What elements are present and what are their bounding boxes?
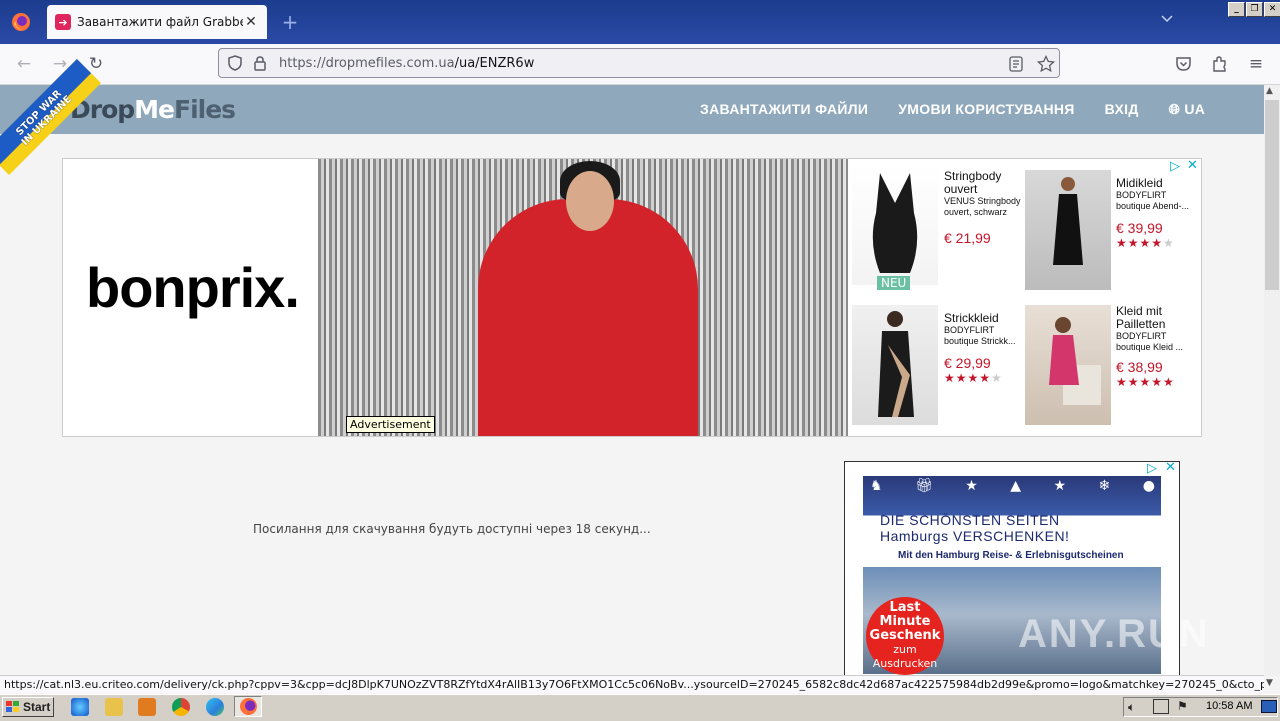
- product-image[interactable]: [1025, 170, 1111, 290]
- extensions-puzzle-icon[interactable]: [1211, 55, 1229, 73]
- nav-upload-files[interactable]: ЗАВАНТАЖИТИ ФАЙЛИ: [700, 101, 868, 118]
- tree-icon: ▲: [1010, 478, 1022, 494]
- app-menu-hamburger-icon[interactable]: ≡: [1244, 52, 1268, 76]
- ad-close-icon[interactable]: ✕: [1165, 460, 1176, 475]
- star-icon: ★: [965, 478, 978, 494]
- ad-subline: Mit den Hamburg Reise- & Erlebnisgutsche…: [898, 550, 1124, 561]
- pocket-icon[interactable]: [1175, 56, 1192, 72]
- bonprix-logo[interactable]: bonprix.: [86, 255, 300, 320]
- download-countdown-text: Посилання для скачування будуть доступні…: [253, 522, 651, 536]
- firefox-icon: [12, 13, 30, 31]
- gift-icon: 🎁︎: [915, 478, 933, 494]
- anyrun-watermark: ANY.RUN: [1018, 612, 1210, 656]
- advertisement-tooltip: Advertisement: [346, 416, 435, 433]
- product-card[interactable]: Stringbody ouvert VENUS Stringbody ouver…: [944, 170, 1022, 247]
- main-nav: ЗАВАНТАЖИТИ ФАЙЛИ УМОВИ КОРИСТУВАННЯ ВХІ…: [700, 101, 1205, 118]
- star-icon: ★: [1053, 478, 1067, 494]
- tab-close-icon[interactable]: ✕: [243, 14, 259, 30]
- christmas-ornaments: ♞ 🎁︎ ★ ▲ ★ ❄ ●: [870, 478, 1155, 494]
- site-logo[interactable]: DropMeFiles: [70, 95, 236, 124]
- nav-terms-of-use[interactable]: УМОВИ КОРИСТУВАННЯ: [898, 101, 1074, 118]
- tab-title: Завантажити файл Grabber.rar: [77, 15, 243, 29]
- bookmark-star-icon[interactable]: [1037, 55, 1055, 73]
- windows-taskbar: [0, 694, 1280, 721]
- taskbar-clock: 10:58 AM: [1206, 700, 1253, 712]
- product-card[interactable]: Strickkleid BODYFLIRT boutique Strickk..…: [944, 312, 1022, 386]
- internet-explorer-icon[interactable]: [71, 698, 89, 716]
- rating-stars: ★★★★★: [944, 371, 1003, 385]
- adchoices-icon[interactable]: ▷: [1170, 159, 1180, 174]
- file-explorer-icon[interactable]: [105, 698, 123, 716]
- show-desktop-icon[interactable]: [1261, 700, 1277, 713]
- flag-icon[interactable]: ⚑: [1177, 699, 1188, 713]
- product-image[interactable]: [852, 305, 938, 425]
- volume-icon[interactable]: 🔈︎: [1128, 700, 1135, 715]
- close-window-button[interactable]: ✕: [1264, 2, 1280, 17]
- lock-icon[interactable]: [252, 55, 268, 71]
- firefox-taskbar-button[interactable]: [234, 696, 262, 717]
- globe-icon: 🌐︎: [1168, 101, 1181, 117]
- minimize-button[interactable]: _: [1228, 2, 1245, 17]
- nav-language[interactable]: 🌐︎ UA: [1169, 101, 1206, 118]
- url-text: https://dropmefiles.com.ua/ua/ENZR6w: [279, 56, 535, 71]
- rating-stars: ★★★★★: [1116, 236, 1175, 250]
- start-button[interactable]: Start: [2, 697, 54, 717]
- firefox-menu-button[interactable]: [0, 0, 42, 44]
- link-status-bar: https://cat.nl3.eu.criteo.com/delivery/c…: [0, 675, 1264, 693]
- scroll-up-arrow-icon[interactable]: ▲: [1266, 86, 1273, 96]
- scrollbar-thumb[interactable]: [1265, 100, 1279, 290]
- active-tab[interactable]: ➔ Завантажити файл Grabber.rar ✕: [47, 5, 267, 39]
- firefox-icon: [240, 698, 257, 715]
- chrome-icon[interactable]: [172, 698, 190, 716]
- dropmefiles-favicon-icon: ➔: [55, 14, 71, 30]
- restore-button[interactable]: ❐: [1246, 2, 1263, 17]
- edge-icon[interactable]: [206, 698, 224, 716]
- adchoices-icon[interactable]: ▷: [1147, 461, 1157, 476]
- reader-view-icon[interactable]: [1009, 56, 1023, 72]
- rating-stars: ★★★★★: [1116, 375, 1175, 389]
- nav-login[interactable]: ВХІД: [1105, 101, 1139, 118]
- address-bar[interactable]: https://dropmefiles.com.ua/ua/ENZR6w: [218, 48, 1060, 78]
- product-card[interactable]: Kleid mit Pailletten BODYFLIRT boutique …: [1116, 305, 1196, 390]
- new-badge: NEU: [877, 276, 911, 290]
- back-arrow-icon[interactable]: ←: [12, 52, 36, 76]
- snowflake-icon: ❄: [1098, 478, 1111, 494]
- ad-model-photo[interactable]: [318, 159, 848, 436]
- ad-close-icon[interactable]: ✕: [1187, 158, 1198, 173]
- product-card[interactable]: Midikleid BODYFLIRT boutique Abend-... €…: [1116, 177, 1196, 251]
- windows-logo-icon: [6, 701, 19, 712]
- shield-icon[interactable]: [227, 55, 243, 71]
- system-tray: [1123, 697, 1278, 717]
- ornament-icon: ●: [1142, 478, 1155, 494]
- network-icon[interactable]: [1153, 699, 1169, 714]
- product-image[interactable]: [852, 163, 938, 285]
- scroll-down-arrow-icon[interactable]: ▼: [1266, 678, 1273, 688]
- ad-headline: DIE SCHÖNSTEN SEITEN Hamburgs VERSCHENKEN…: [880, 512, 1070, 544]
- tab-list-chevron-icon[interactable]: [1158, 12, 1176, 32]
- window-controls: _ ❐ ✕: [1228, 2, 1280, 17]
- media-player-icon[interactable]: [138, 698, 156, 716]
- product-image[interactable]: [1025, 305, 1111, 425]
- new-tab-button[interactable]: +: [280, 10, 300, 34]
- last-minute-badge: Last Minute Geschenk zum Ausdrucken: [866, 597, 944, 675]
- reindeer-icon: ♞: [870, 478, 883, 494]
